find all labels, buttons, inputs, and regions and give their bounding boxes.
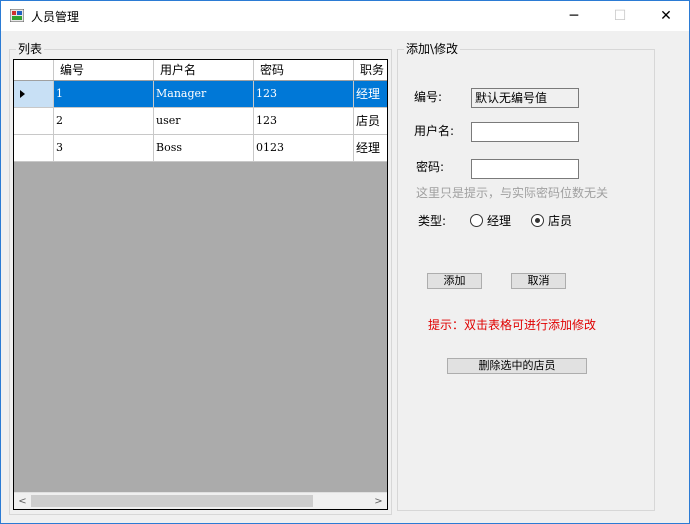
cell-id[interactable]: 3 <box>54 135 154 161</box>
cell-username[interactable]: Boss <box>154 135 254 161</box>
scroll-left-icon[interactable]: < <box>14 493 31 509</box>
grid-header: 编号 用户名 密码 职务 <box>14 60 387 81</box>
column-header-password[interactable]: 密码 <box>254 60 354 80</box>
app-icon <box>10 9 24 22</box>
scroll-right-icon[interactable]: > <box>370 493 387 509</box>
type-label: 类型: <box>418 214 447 228</box>
horizontal-scrollbar[interactable]: < > <box>14 492 387 509</box>
cell-password[interactable]: 123 <box>254 108 354 134</box>
close-button[interactable]: ✕ <box>643 1 689 31</box>
radio-clerk[interactable]: 店员 <box>531 212 572 229</box>
radio-circle-icon <box>470 214 483 227</box>
table-row[interactable]: 2 user 123 店员 <box>14 108 387 135</box>
cell-password[interactable]: 123 <box>254 81 354 107</box>
username-input[interactable] <box>471 122 579 142</box>
grid-corner[interactable] <box>14 60 54 80</box>
row-header[interactable] <box>14 81 54 107</box>
window-title: 人员管理 <box>31 10 80 24</box>
cell-role[interactable]: 经理 <box>354 81 387 107</box>
data-grid[interactable]: 编号 用户名 密码 职务 1 Manager 123 经理 2 user 123… <box>13 59 388 510</box>
radio-manager[interactable]: 经理 <box>470 212 511 229</box>
cell-password[interactable]: 0123 <box>254 135 354 161</box>
edit-group-title: 添加\修改 <box>404 42 461 56</box>
maximize-button[interactable]: ☐ <box>597 1 643 31</box>
minimize-button[interactable]: ─ <box>551 1 597 31</box>
cell-username[interactable]: user <box>154 108 254 134</box>
table-row[interactable]: 1 Manager 123 经理 <box>14 81 387 108</box>
column-header-id[interactable]: 编号 <box>54 60 154 80</box>
column-header-username[interactable]: 用户名 <box>154 60 254 80</box>
password-label: 密码: <box>416 160 445 174</box>
main-window: 人员管理 ─ ☐ ✕ 列表 编号 用户名 密码 职务 1 Manager 123… <box>0 0 690 524</box>
tip-text: 提示：双击表格可进行添加修改 <box>428 318 597 332</box>
cell-id[interactable]: 1 <box>54 81 154 107</box>
cell-role[interactable]: 店员 <box>354 108 387 134</box>
radio-clerk-label: 店员 <box>548 214 573 228</box>
cell-id[interactable]: 2 <box>54 108 154 134</box>
radio-manager-label: 经理 <box>487 214 512 228</box>
cancel-button[interactable]: 取消 <box>511 273 566 289</box>
current-row-arrow-icon <box>20 90 25 98</box>
cell-role[interactable]: 经理 <box>354 135 387 161</box>
cell-username[interactable]: Manager <box>154 81 254 107</box>
delete-selected-button[interactable]: 删除选中的店员 <box>447 358 587 374</box>
row-header[interactable] <box>14 108 54 134</box>
password-hint: 这里只是提示，与实际密码位数无关 <box>416 186 609 200</box>
title-bar: 人员管理 ─ ☐ ✕ <box>1 1 689 31</box>
add-button[interactable]: 添加 <box>427 273 482 289</box>
id-display: 默认无编号值 <box>471 88 579 108</box>
password-input[interactable] <box>471 159 579 179</box>
username-label: 用户名: <box>414 124 455 138</box>
scrollbar-thumb[interactable] <box>31 495 313 507</box>
table-row[interactable]: 3 Boss 0123 经理 <box>14 135 387 162</box>
id-label: 编号: <box>414 90 443 104</box>
list-group-title: 列表 <box>16 42 45 56</box>
radio-circle-checked-icon <box>531 214 544 227</box>
row-header[interactable] <box>14 135 54 161</box>
column-header-role[interactable]: 职务 <box>354 60 387 80</box>
